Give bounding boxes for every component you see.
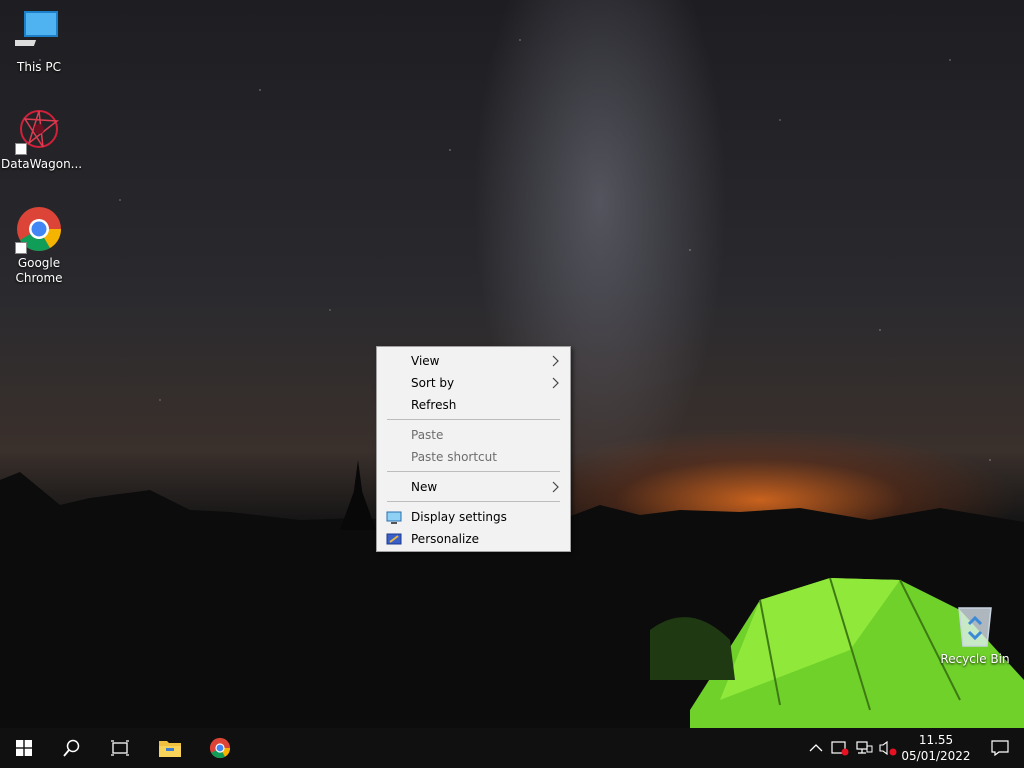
menu-item-display-settings[interactable]: Display settings	[377, 506, 570, 528]
menu-item-label: Display settings	[411, 510, 507, 524]
chrome-icon	[15, 206, 63, 254]
menu-item-new[interactable]: New	[377, 476, 570, 498]
menu-item-label: Personalize	[411, 532, 480, 546]
show-hidden-icons-button[interactable]	[806, 738, 826, 758]
taskbar-file-explorer[interactable]	[146, 728, 194, 768]
taskbar-chrome[interactable]	[196, 728, 244, 768]
action-center-button[interactable]	[976, 728, 1024, 768]
desktop-icon-label: Recycle Bin	[940, 652, 1010, 666]
network-button[interactable]	[854, 738, 874, 758]
chevron-right-icon	[552, 476, 560, 505]
shortcut-arrow-icon	[15, 242, 27, 254]
menu-item-label: Paste	[411, 428, 444, 442]
notification-icon	[991, 740, 1009, 756]
computer-icon	[5, 10, 63, 58]
security-alert-icon	[831, 741, 849, 756]
menu-item-personalize[interactable]: Personalize	[377, 528, 570, 550]
menu-item-sort-by[interactable]: Sort by	[377, 372, 570, 394]
menu-item-paste: Paste	[377, 424, 570, 446]
menu-item-label: New	[411, 480, 438, 494]
chrome-icon	[209, 737, 231, 759]
recycle-bin-icon	[951, 602, 999, 650]
start-button[interactable]	[0, 728, 48, 768]
desktop-icon-label: Google Chrome	[15, 256, 63, 285]
volume-button[interactable]	[878, 738, 898, 758]
menu-item-view[interactable]: View	[377, 350, 570, 372]
menu-item-label: Paste shortcut	[411, 450, 497, 464]
volume-muted-icon	[879, 740, 897, 756]
menu-separator	[387, 471, 560, 472]
menu-item-label: Refresh	[411, 398, 457, 412]
desktop-icon-this-pc[interactable]: This PC	[1, 10, 77, 75]
menu-item-refresh[interactable]: Refresh	[377, 394, 570, 416]
task-view-icon	[111, 740, 129, 756]
clock[interactable]: 11.55 05/01/2022	[900, 732, 972, 764]
personalize-icon	[386, 532, 402, 554]
windows-logo-icon	[16, 740, 32, 756]
task-view-button[interactable]	[96, 728, 144, 768]
menu-item-label: Sort by	[411, 376, 455, 390]
clock-date: 05/01/2022	[901, 749, 971, 763]
search-icon	[63, 739, 80, 757]
desktop-icon-label: DataWagon...	[1, 157, 83, 171]
desktop-icon-google-chrome[interactable]: Google Chrome	[1, 206, 77, 286]
folder-icon	[159, 741, 181, 757]
tray-security-icon-button[interactable]	[830, 738, 850, 758]
desktop-icon-datawagon[interactable]: DataWagon...	[1, 107, 83, 172]
menu-separator	[387, 419, 560, 420]
desktop-icon-recycle-bin[interactable]: Recycle Bin	[937, 602, 1013, 667]
search-button[interactable]	[48, 728, 96, 768]
chevron-up-icon	[809, 744, 823, 752]
menu-separator	[387, 501, 560, 502]
shortcut-arrow-icon	[15, 143, 27, 155]
network-icon	[856, 741, 873, 754]
clock-time: 11.55	[918, 733, 954, 747]
desktop-background[interactable]: This PC DataWagon... Google Chrome Recyc…	[0, 0, 1024, 728]
datawagon-icon	[15, 107, 63, 155]
menu-item-label: View	[411, 354, 440, 368]
taskbar: 11.55 05/01/2022	[0, 728, 1024, 768]
desktop-context-menu: View Sort by Refresh Paste Paste shortcu…	[376, 346, 571, 552]
menu-item-paste-shortcut: Paste shortcut	[377, 446, 570, 468]
desktop-icon-label: This PC	[17, 60, 61, 74]
